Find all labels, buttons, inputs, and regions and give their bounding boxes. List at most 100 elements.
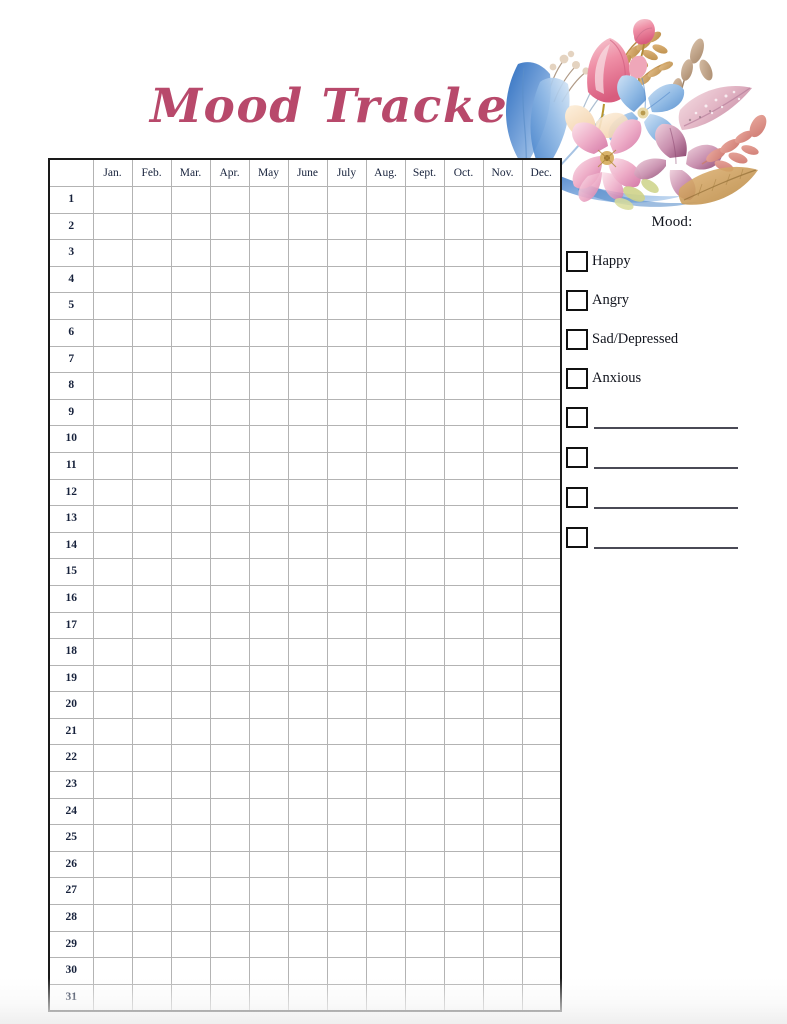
mood-entry-cell[interactable]	[209, 584, 250, 613]
mood-entry-cell[interactable]	[443, 664, 484, 693]
mood-entry-cell[interactable]	[521, 930, 562, 959]
mood-entry-cell[interactable]	[443, 318, 484, 347]
mood-entry-cell[interactable]	[248, 372, 289, 400]
mood-entry-cell[interactable]	[209, 957, 250, 985]
mood-entry-cell[interactable]	[482, 186, 523, 214]
mood-entry-cell[interactable]	[443, 451, 484, 480]
mood-entry-cell[interactable]	[287, 664, 328, 693]
mood-entry-cell[interactable]	[365, 850, 406, 879]
mood-entry-cell[interactable]	[443, 983, 484, 1012]
mood-entry-cell[interactable]	[482, 478, 523, 507]
mood-entry-cell[interactable]	[131, 398, 172, 427]
mood-entry-cell[interactable]	[326, 638, 367, 666]
mood-entry-cell[interactable]	[209, 265, 250, 294]
mood-entry-cell[interactable]	[248, 292, 289, 320]
custom-mood-write-in-line[interactable]	[594, 427, 738, 429]
mood-entry-cell[interactable]	[131, 717, 172, 746]
mood-entry-cell[interactable]	[365, 717, 406, 746]
mood-entry-cell[interactable]	[443, 505, 484, 533]
checkbox-icon[interactable]	[566, 446, 588, 468]
mood-entry-cell[interactable]	[92, 318, 133, 347]
mood-entry-cell[interactable]	[131, 983, 172, 1012]
mood-entry-cell[interactable]	[521, 531, 562, 560]
mood-entry-cell[interactable]	[209, 558, 250, 586]
mood-entry-cell[interactable]	[326, 425, 367, 453]
mood-entry-cell[interactable]	[131, 451, 172, 480]
mood-entry-cell[interactable]	[326, 983, 367, 1012]
mood-entry-cell[interactable]	[248, 638, 289, 666]
mood-entry-cell[interactable]	[287, 292, 328, 320]
mood-entry-cell[interactable]	[326, 584, 367, 613]
mood-entry-cell[interactable]	[482, 425, 523, 453]
mood-entry-cell[interactable]	[92, 717, 133, 746]
mood-entry-cell[interactable]	[248, 558, 289, 586]
mood-entry-cell[interactable]	[521, 957, 562, 985]
mood-entry-cell[interactable]	[170, 611, 211, 640]
mood-entry-cell[interactable]	[365, 584, 406, 613]
mood-entry-cell[interactable]	[248, 797, 289, 826]
mood-entry-cell[interactable]	[404, 292, 445, 320]
mood-entry-cell[interactable]	[365, 638, 406, 666]
mood-entry-cell[interactable]	[170, 345, 211, 374]
mood-entry-cell[interactable]	[209, 345, 250, 374]
mood-entry-cell[interactable]	[287, 239, 328, 267]
mood-entry-cell[interactable]	[482, 558, 523, 586]
mood-entry-cell[interactable]	[209, 186, 250, 214]
mood-entry-cell[interactable]	[326, 877, 367, 906]
mood-entry-cell[interactable]	[131, 930, 172, 959]
mood-entry-cell[interactable]	[443, 824, 484, 852]
mood-entry-cell[interactable]	[287, 186, 328, 214]
mood-entry-cell[interactable]	[326, 797, 367, 826]
mood-entry-cell[interactable]	[326, 744, 367, 773]
mood-entry-cell[interactable]	[248, 877, 289, 906]
mood-entry-cell[interactable]	[131, 771, 172, 799]
mood-entry-cell[interactable]	[92, 345, 133, 374]
mood-entry-cell[interactable]	[248, 425, 289, 453]
mood-entry-cell[interactable]	[248, 983, 289, 1012]
mood-entry-cell[interactable]	[404, 239, 445, 267]
mood-entry-cell[interactable]	[131, 558, 172, 586]
mood-entry-cell[interactable]	[92, 904, 133, 932]
mood-entry-cell[interactable]	[92, 478, 133, 507]
mood-entry-cell[interactable]	[365, 239, 406, 267]
mood-entry-cell[interactable]	[482, 850, 523, 879]
mood-entry-cell[interactable]	[404, 717, 445, 746]
mood-entry-cell[interactable]	[404, 664, 445, 693]
mood-entry-cell[interactable]	[92, 877, 133, 906]
mood-entry-cell[interactable]	[287, 212, 328, 241]
mood-entry-cell[interactable]	[404, 451, 445, 480]
mood-entry-cell[interactable]	[365, 372, 406, 400]
mood-entry-cell[interactable]	[404, 930, 445, 959]
mood-entry-cell[interactable]	[404, 797, 445, 826]
mood-entry-cell[interactable]	[131, 797, 172, 826]
mood-entry-cell[interactable]	[404, 478, 445, 507]
mood-entry-cell[interactable]	[521, 771, 562, 799]
mood-entry-cell[interactable]	[170, 584, 211, 613]
mood-entry-cell[interactable]	[404, 186, 445, 214]
mood-entry-cell[interactable]	[326, 957, 367, 985]
mood-entry-cell[interactable]	[92, 744, 133, 773]
mood-entry-cell[interactable]	[92, 212, 133, 241]
mood-entry-cell[interactable]	[365, 877, 406, 906]
mood-entry-cell[interactable]	[365, 824, 406, 852]
mood-entry-cell[interactable]	[482, 717, 523, 746]
mood-entry-cell[interactable]	[131, 265, 172, 294]
checkbox-icon[interactable]	[566, 289, 588, 311]
mood-entry-cell[interactable]	[521, 425, 562, 453]
mood-entry-cell[interactable]	[326, 717, 367, 746]
mood-entry-cell[interactable]	[521, 691, 562, 719]
mood-entry-cell[interactable]	[443, 425, 484, 453]
checkbox-icon[interactable]	[566, 526, 588, 548]
mood-entry-cell[interactable]	[287, 904, 328, 932]
custom-mood-write-in-line[interactable]	[594, 467, 738, 469]
mood-entry-cell[interactable]	[209, 318, 250, 347]
mood-entry-cell[interactable]	[170, 983, 211, 1012]
mood-entry-cell[interactable]	[248, 398, 289, 427]
mood-entry-cell[interactable]	[287, 824, 328, 852]
mood-entry-cell[interactable]	[287, 584, 328, 613]
mood-entry-cell[interactable]	[326, 239, 367, 267]
mood-entry-cell[interactable]	[326, 318, 367, 347]
mood-entry-cell[interactable]	[365, 318, 406, 347]
mood-entry-cell[interactable]	[482, 983, 523, 1012]
mood-entry-cell[interactable]	[521, 239, 562, 267]
